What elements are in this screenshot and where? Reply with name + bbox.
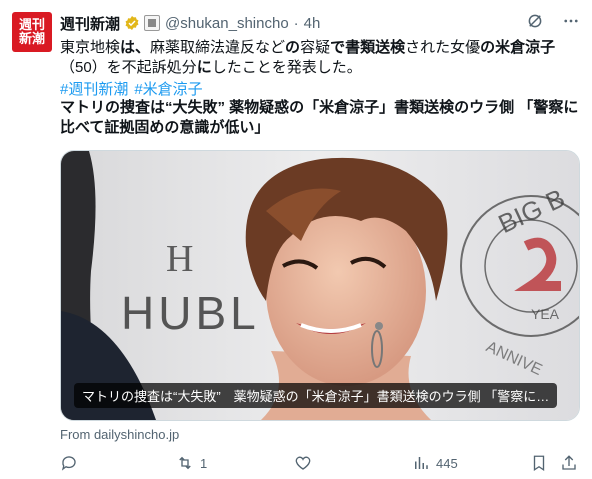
reply-icon — [61, 456, 76, 471]
share-button[interactable] — [560, 454, 578, 472]
link-source[interactable]: From dailyshincho.jp — [60, 427, 179, 442]
hashtag-link[interactable]: #米倉涼子 — [134, 81, 202, 98]
share-icon — [562, 455, 576, 470]
tweet-text: 東京地検は、麻薬取締法違反などの容疑で書類送検された女優の米倉涼子（50）を不起… — [60, 38, 580, 78]
tweet-time[interactable]: 4h — [304, 15, 321, 32]
tweet-text-run: （50）を不起訴処分 — [60, 59, 197, 76]
bookmark-icon — [533, 455, 545, 472]
verified-badge-icon — [125, 16, 139, 30]
affiliate-badge-icon — [144, 15, 161, 31]
tweet-headline: マトリの捜査は“大失敗” 薬物疑惑の「米倉涼子」書類送検のウラ側 「警察に比べて… — [60, 99, 579, 136]
tweet-text-run: の — [480, 39, 496, 56]
avatar-text: 週刊新潮 — [18, 17, 45, 46]
tweet-text-run: 書類送検 — [345, 39, 406, 56]
action-bar: 1 445 — [60, 454, 580, 476]
bg-brand-initial: H — [166, 238, 193, 280]
card-photo: H HUBL BIG B YEA ANNIVE — [61, 151, 579, 420]
views-icon — [415, 457, 428, 469]
tweet-text-run: で — [330, 39, 346, 56]
tweet-text-run: された女優 — [405, 39, 481, 56]
tweet-text-run: の — [285, 39, 301, 56]
account-handle[interactable]: @shukan_shincho — [165, 15, 289, 32]
retweet-count: 1 — [200, 455, 208, 471]
hashtags: #週刊新潮 #米倉涼子 — [60, 78, 209, 99]
grok-icon[interactable] — [526, 12, 544, 30]
heart-icon — [295, 456, 311, 470]
bg-ring-year: YEA — [531, 306, 560, 322]
separator-dot: · — [293, 14, 299, 32]
hashtag-link[interactable]: #週刊新潮 — [60, 81, 128, 98]
retweet-icon — [179, 456, 191, 470]
tweet-text-run: は、 — [120, 39, 151, 56]
card-title-overlay[interactable]: マトリの捜査は“大失敗” 薬物疑惑の「米倉涼子」書類送検のウラ側 「警察に… — [74, 383, 558, 408]
bookmark-button[interactable] — [530, 454, 548, 472]
tweet-text-run: したことを発表した。 — [211, 59, 362, 76]
account-avatar[interactable]: 週刊新潮 — [12, 12, 52, 52]
bg-brand-text: HUBL — [121, 287, 260, 339]
tweet-text-run: 米倉涼子 — [495, 39, 556, 56]
views-button[interactable]: 445 — [412, 454, 458, 472]
tweet-text-run: 麻薬取締法違反など — [150, 39, 286, 56]
views-count: 445 — [436, 455, 458, 471]
tweet-text-run: に — [196, 59, 212, 76]
tweet-header: 週刊新潮 @shukan_shincho · 4h — [60, 12, 580, 34]
reply-button[interactable] — [60, 454, 84, 472]
like-button[interactable] — [294, 454, 318, 472]
link-card[interactable]: H HUBL BIG B YEA ANNIVE マトリの捜査は“大失敗” 薬物疑… — [60, 150, 580, 421]
tweet-text-run: 東京地検 — [60, 39, 121, 56]
more-icon[interactable] — [562, 12, 580, 30]
retweet-button[interactable]: 1 — [176, 454, 207, 472]
tweet-text-run: 容疑 — [300, 39, 331, 56]
display-name[interactable]: 週刊新潮 — [60, 13, 120, 34]
